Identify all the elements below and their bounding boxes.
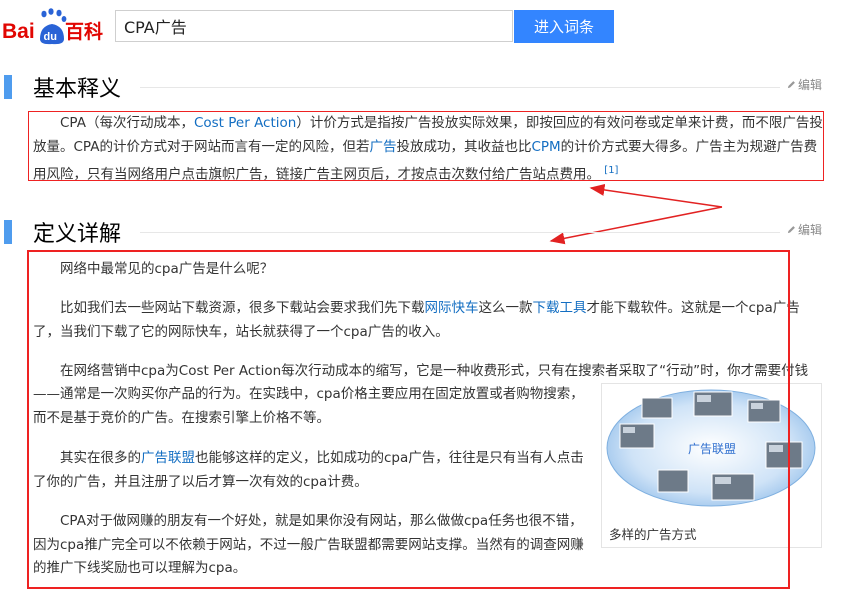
pencil-icon [787,226,795,234]
section-title: 定义详解 [33,222,122,247]
divider [140,232,780,233]
section-marker [4,220,12,244]
section-definition-details-header: 定义详解 编辑 [0,218,847,248]
annotation-box-details [27,250,790,589]
annotation-arrow [589,183,723,208]
edit-link[interactable]: 编辑 [787,221,822,238]
